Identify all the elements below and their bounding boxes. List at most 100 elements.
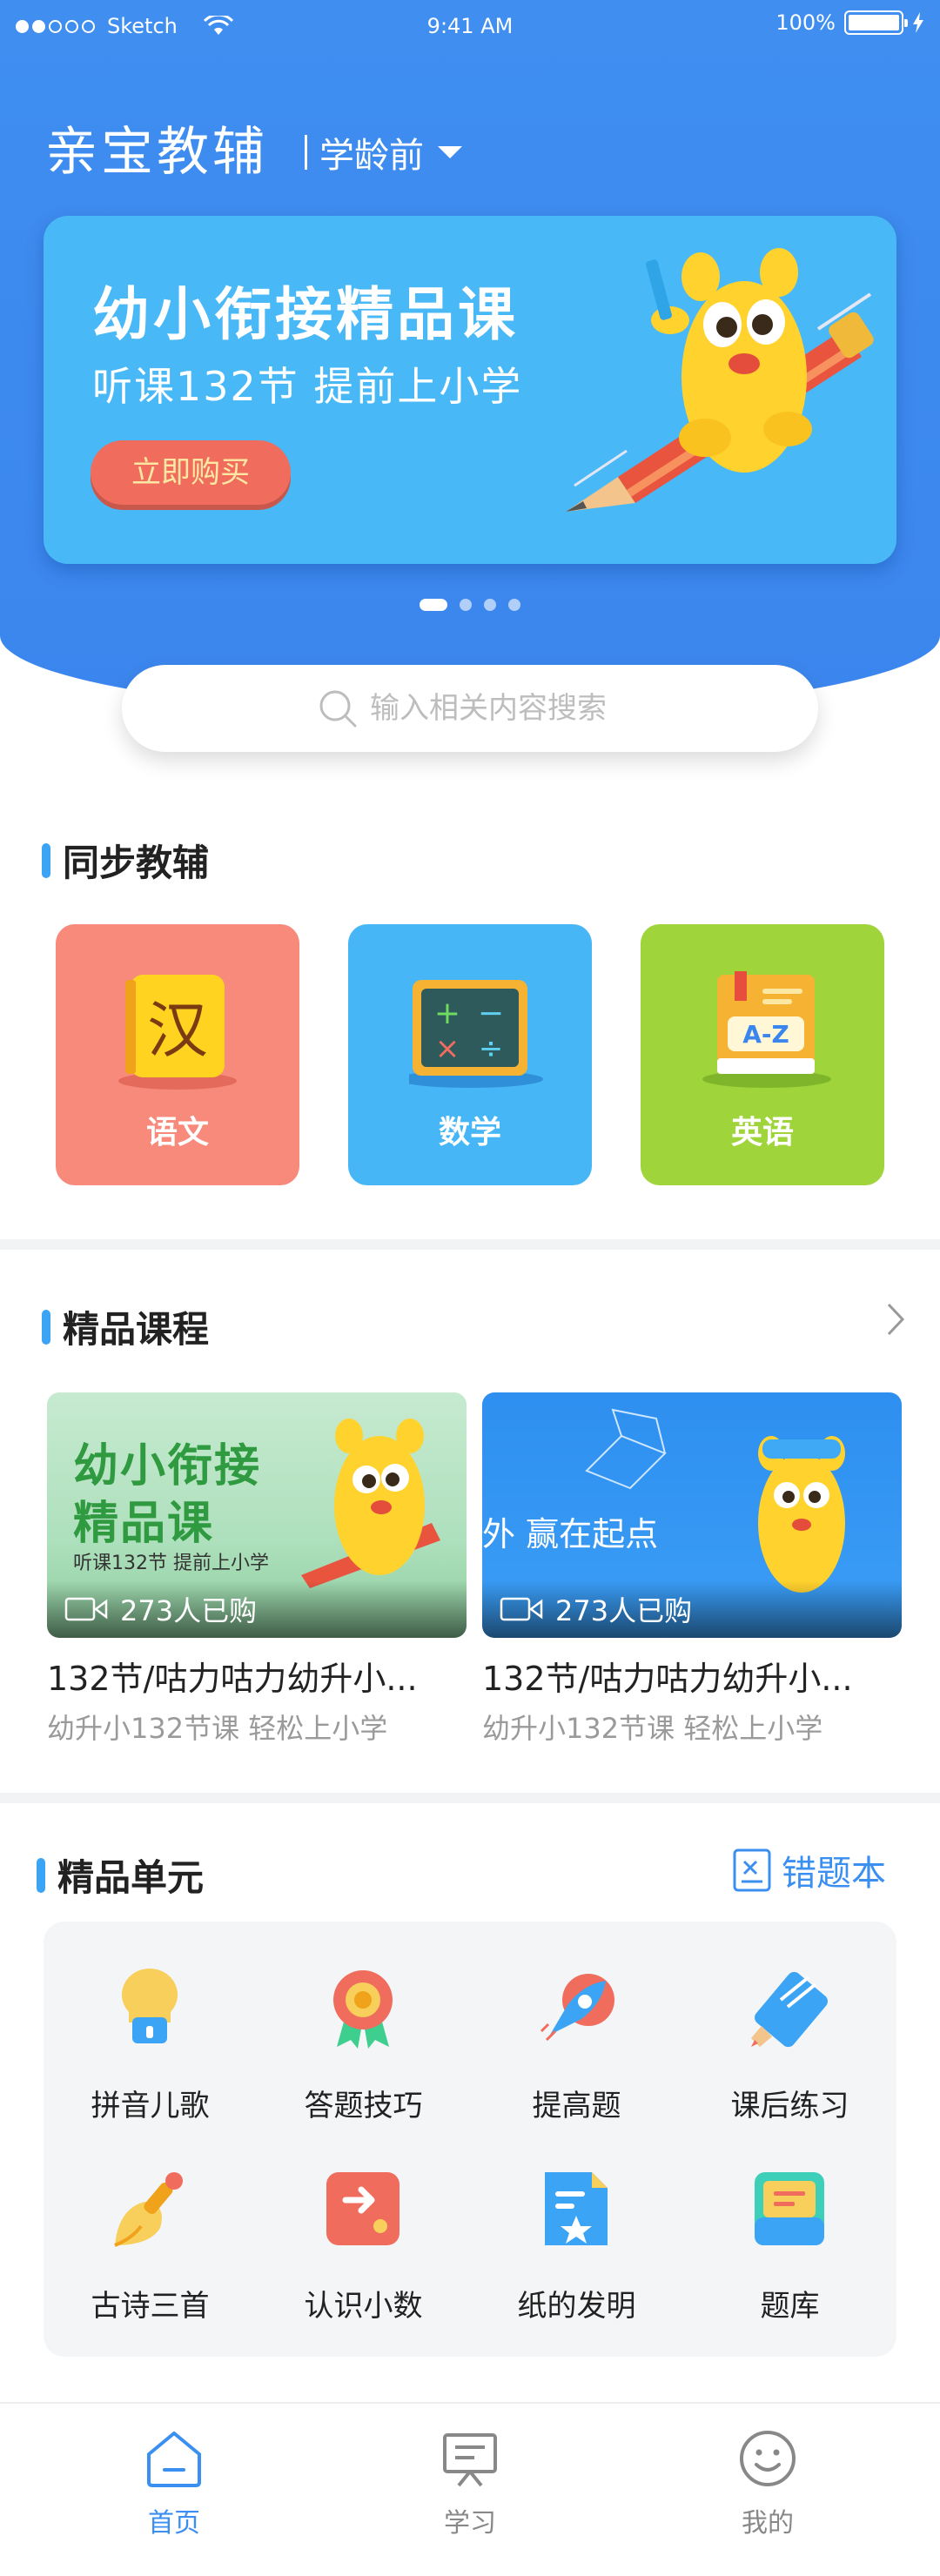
video-camera-icon bbox=[500, 1597, 543, 1621]
battery-percent: 100% bbox=[776, 10, 836, 35]
tab-study[interactable]: 学习 bbox=[383, 2428, 557, 2539]
battery-icon bbox=[844, 10, 908, 35]
unit-label: 课后练习 bbox=[730, 2089, 849, 2123]
svg-text:×: × bbox=[435, 1031, 460, 1066]
search-bar[interactable] bbox=[122, 665, 818, 752]
math-board-icon: + − × ÷ bbox=[409, 980, 543, 1088]
buyers-bar: 273人已购 bbox=[47, 1580, 467, 1638]
course-name: 132节/咕力咕力幼升小... bbox=[47, 1660, 418, 1698]
bottom-tab-bar: 首页 学习 我的 bbox=[0, 2402, 940, 2576]
subject-label: 数学 bbox=[438, 1115, 501, 1150]
svg-text:+: + bbox=[434, 996, 460, 1031]
wrong-book-icon bbox=[733, 1848, 771, 1892]
course-thumbnail: 外 赢在起点 273人已购 bbox=[482, 1392, 902, 1638]
units-panel: 拼音儿歌 答题技巧 提高题 课后练习 古诗三首 认识小数 纸的发明 题库 bbox=[44, 1922, 896, 2357]
unit-item-paper[interactable]: 纸的发明 bbox=[470, 2139, 683, 2331]
unit-label: 提高题 bbox=[532, 2089, 621, 2123]
question-bank-icon bbox=[755, 2172, 824, 2245]
banner-pager[interactable] bbox=[0, 599, 940, 611]
mascot-illustration bbox=[301, 1419, 440, 1588]
mascot-illustration bbox=[758, 1436, 845, 1593]
pager-dot[interactable] bbox=[484, 599, 496, 611]
course-description: 幼升小132节课 轻松上小学 bbox=[47, 1712, 388, 1745]
tab-label: 我的 bbox=[742, 2508, 794, 2539]
unit-label: 题库 bbox=[760, 2289, 820, 2324]
buyers-count: 273人已购 bbox=[555, 1594, 693, 1627]
chevron-right-icon[interactable] bbox=[886, 1302, 905, 1337]
thumb-title: 外 赢在起点 bbox=[482, 1515, 659, 1553]
status-bar: Sketch 9:41 AM 100% bbox=[0, 0, 940, 52]
pencil-card-icon bbox=[751, 1971, 828, 2048]
unit-item-pinyin[interactable]: 拼音儿歌 bbox=[44, 1939, 257, 2130]
thumb-subtitle: 听课132节 提前上小学 bbox=[73, 1553, 269, 1574]
unit-item-advanced[interactable]: 提高题 bbox=[470, 1939, 683, 2130]
svg-text:−: − bbox=[478, 996, 504, 1031]
thumb-title: 幼小衔接 bbox=[73, 1440, 262, 1493]
medal-icon bbox=[333, 1970, 393, 2049]
unit-item-tips[interactable]: 答题技巧 bbox=[257, 1939, 470, 2130]
unit-item-homework[interactable]: 课后练习 bbox=[683, 1939, 896, 2130]
unit-item-poems[interactable]: 古诗三首 bbox=[44, 2139, 257, 2331]
search-input[interactable] bbox=[370, 691, 622, 726]
tab-label: 首页 bbox=[148, 2508, 200, 2539]
tab-label: 学习 bbox=[444, 2508, 496, 2539]
unit-label: 拼音儿歌 bbox=[91, 2089, 210, 2123]
rocket-icon bbox=[540, 1974, 614, 2042]
chinese-book-icon: 汉 bbox=[118, 975, 237, 1090]
tab-me[interactable]: 我的 bbox=[681, 2428, 855, 2539]
promo-banner[interactable]: 幼小衔接精品课 听课132节 提前上小学 立即购买 bbox=[44, 216, 896, 564]
unit-item-question-bank[interactable]: 题库 bbox=[683, 2139, 896, 2331]
section-units-label: 精品单元 bbox=[57, 1856, 205, 1899]
svg-text:÷: ÷ bbox=[479, 1031, 504, 1066]
section-divider bbox=[0, 1793, 940, 1803]
unit-item-decimals[interactable]: 认识小数 bbox=[257, 2139, 470, 2331]
mascot-pencil-illustration bbox=[566, 248, 874, 512]
subject-label: 英语 bbox=[730, 1115, 794, 1150]
section-divider bbox=[0, 1239, 940, 1250]
course-card[interactable]: 外 赢在起点 273人已购 132节/咕力咕力幼升小... 幼升小132节课 轻… bbox=[482, 1392, 902, 1747]
brush-icon bbox=[114, 2172, 183, 2247]
unit-label: 认识小数 bbox=[304, 2289, 423, 2324]
buy-now-button[interactable]: 立即购买 bbox=[91, 440, 291, 505]
caret-down-icon bbox=[438, 146, 462, 158]
pager-dot-active[interactable] bbox=[420, 599, 447, 611]
battery-status: 100% bbox=[776, 10, 924, 35]
grade-label: 学龄前 bbox=[319, 136, 424, 176]
thumb-title-2: 精品课 bbox=[73, 1498, 215, 1550]
course-name: 132节/咕力咕力幼升小... bbox=[482, 1660, 853, 1698]
pager-dot[interactable] bbox=[460, 599, 472, 611]
arrow-card-icon bbox=[326, 2172, 400, 2245]
chinese-glyph: 汉 bbox=[147, 995, 208, 1066]
wrong-book-label: 错题本 bbox=[782, 1854, 886, 1894]
section-marker bbox=[42, 842, 50, 878]
english-book-icon: A-Z bbox=[702, 971, 831, 1088]
book-doodle-icon bbox=[585, 1408, 667, 1490]
subject-card-math[interactable]: + − × ÷ 数学 bbox=[348, 924, 592, 1185]
grade-selector[interactable]: 学龄前 bbox=[305, 127, 462, 178]
banner-title: 幼小衔接精品课 bbox=[92, 281, 519, 348]
app-title: 亲宝教辅 bbox=[45, 122, 268, 183]
search-icon bbox=[319, 690, 357, 728]
section-marker bbox=[37, 1857, 45, 1893]
course-thumbnail: 幼小衔接 精品课 听课132节 提前上小学 273人已购 bbox=[47, 1392, 467, 1638]
unit-label: 古诗三首 bbox=[91, 2289, 210, 2324]
wrong-book-link[interactable]: 错题本 bbox=[733, 1845, 886, 1895]
subject-card-english[interactable]: A-Z 英语 bbox=[641, 924, 884, 1185]
charging-icon bbox=[913, 12, 923, 33]
document-star-icon bbox=[545, 2172, 608, 2245]
subject-card-chinese[interactable]: 汉 语文 bbox=[56, 924, 299, 1185]
section-units-title: 精品单元 bbox=[37, 1848, 204, 1902]
pager-dot[interactable] bbox=[508, 599, 520, 611]
section-marker bbox=[42, 1309, 50, 1345]
course-card[interactable]: 幼小衔接 精品课 听课132节 提前上小学 273人已购 132节/咕力咕力幼升… bbox=[47, 1392, 467, 1747]
unit-label: 答题技巧 bbox=[304, 2089, 423, 2123]
tab-home[interactable]: 首页 bbox=[87, 2428, 261, 2539]
section-courses-title: 精品课程 bbox=[42, 1300, 209, 1353]
lightbulb-icon bbox=[122, 1969, 178, 2043]
study-board-icon bbox=[443, 2433, 497, 2487]
smiley-icon bbox=[740, 2431, 796, 2486]
unit-label: 纸的发明 bbox=[517, 2289, 636, 2324]
section-courses-label: 精品课程 bbox=[63, 1308, 210, 1351]
section-sync-label: 同步教辅 bbox=[63, 842, 210, 884]
home-icon bbox=[147, 2432, 201, 2487]
